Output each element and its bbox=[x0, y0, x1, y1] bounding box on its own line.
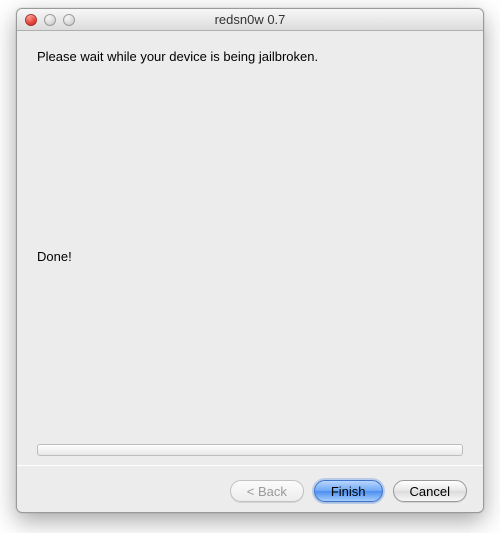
window-title: redsn0w 0.7 bbox=[17, 12, 483, 27]
progress-area bbox=[37, 444, 463, 456]
zoom-icon[interactable] bbox=[63, 14, 75, 26]
minimize-icon[interactable] bbox=[44, 14, 56, 26]
instruction-text: Please wait while your device is being j… bbox=[37, 49, 463, 64]
app-window: redsn0w 0.7 Please wait while your devic… bbox=[16, 8, 484, 513]
footer-buttons: < Back Finish Cancel bbox=[230, 480, 467, 502]
progress-bar bbox=[37, 444, 463, 456]
cancel-button[interactable]: Cancel bbox=[393, 480, 467, 502]
titlebar: redsn0w 0.7 bbox=[17, 9, 483, 31]
close-icon[interactable] bbox=[25, 14, 37, 26]
status-text: Done! bbox=[37, 249, 72, 264]
footer-divider bbox=[17, 465, 483, 466]
content-area: Please wait while your device is being j… bbox=[17, 31, 483, 512]
finish-button[interactable]: Finish bbox=[314, 480, 383, 502]
back-button: < Back bbox=[230, 480, 304, 502]
traffic-lights bbox=[17, 14, 75, 26]
